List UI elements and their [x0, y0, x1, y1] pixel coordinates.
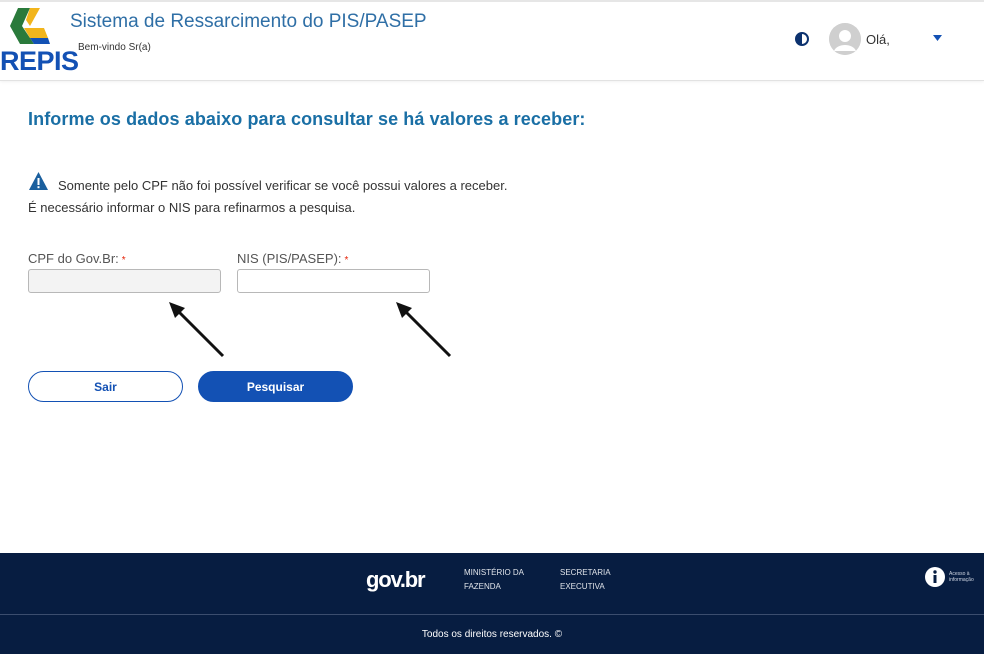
cpf-input[interactable] — [28, 269, 221, 293]
alert-line-2: É necessário informar o NIS para refinar… — [28, 200, 356, 215]
repis-logo[interactable]: REPIS — [0, 6, 79, 76]
arrow-annotation-nis — [396, 302, 452, 358]
required-mark: * — [344, 255, 349, 266]
user-avatar[interactable] — [829, 23, 861, 55]
warning-icon — [29, 172, 48, 190]
page-title: Informe os dados abaixo para consultar s… — [28, 109, 586, 129]
user-greeting: Olá, — [866, 32, 890, 47]
copyright-text: Todos os direitos reservados. © — [421, 629, 563, 640]
nis-label-text: NIS (PIS/PASEP): — [237, 251, 342, 266]
nis-input[interactable] — [237, 269, 430, 293]
footer-divider — [0, 614, 984, 615]
info-access-label[interactable]: Acesso à informação — [949, 571, 983, 583]
alert-line-1: Somente pelo CPF não foi possível verifi… — [58, 178, 508, 193]
arrow-annotation-cpf — [169, 302, 225, 358]
contrast-icon[interactable] — [794, 31, 810, 47]
header: REPIS Sistema de Ressarcimento do PIS/PA… — [0, 0, 984, 81]
caret-down-icon[interactable] — [932, 34, 943, 42]
nis-label: NIS (PIS/PASEP): * — [237, 251, 348, 266]
user-icon — [829, 23, 861, 55]
info-icon[interactable] — [925, 567, 945, 587]
search-button[interactable]: Pesquisar — [198, 371, 353, 402]
exit-button[interactable]: Sair — [28, 371, 183, 402]
required-mark: * — [121, 255, 126, 266]
welcome-text: Bem-vindo Sr(a) — [78, 42, 151, 53]
repis-logo-mark — [10, 8, 50, 44]
footer: gov.br MINISTÉRIO DA FAZENDA SECRETARIA … — [0, 553, 984, 654]
cpf-label-text: CPF do Gov.Br: — [28, 251, 119, 266]
app-title: Sistema de Ressarcimento do PIS/PASEP — [70, 11, 427, 32]
gov-br-logo[interactable]: gov.br — [366, 567, 426, 593]
logo-text: REPIS — [0, 46, 79, 76]
ministerio-fazenda-label: MINISTÉRIO DA FAZENDA — [464, 568, 524, 591]
cpf-label: CPF do Gov.Br: * — [28, 251, 126, 266]
secretaria-executiva-label: SECRETARIA EXECUTIVA — [560, 568, 611, 591]
